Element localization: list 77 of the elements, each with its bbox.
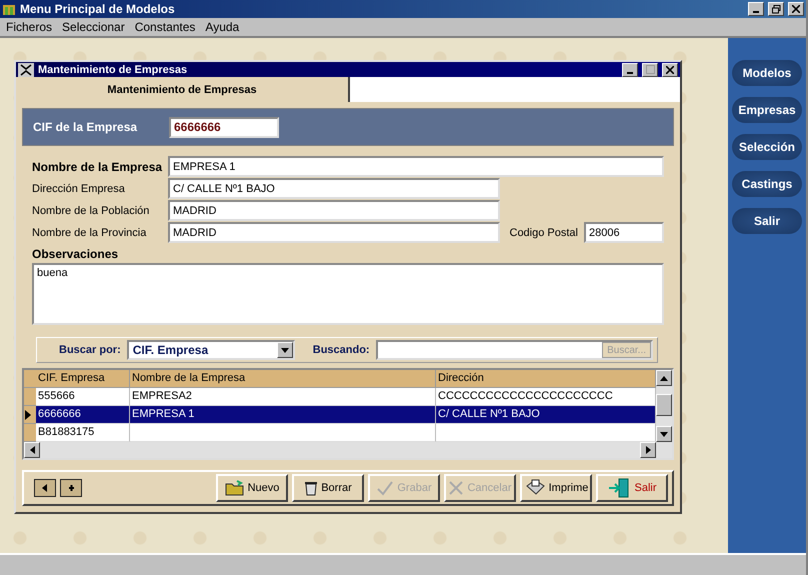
caret-icon (280, 348, 289, 352)
toolbar-button[interactable]: Nuevo (216, 474, 288, 502)
cross-icon (448, 480, 464, 496)
previous-button[interactable] (34, 479, 56, 497)
child-window-title: Mantenimiento de Empresas (38, 64, 188, 76)
up-arrow-icon (660, 376, 668, 380)
toolbar-button[interactable]: Imprime (520, 474, 592, 502)
scroll-thumb[interactable] (656, 394, 672, 416)
row-header[interactable] (24, 406, 36, 424)
minimize-button[interactable] (748, 2, 764, 16)
tab[interactable]: Mantenimiento de Empresas (16, 77, 350, 102)
postal-code-field[interactable]: 28006 (584, 222, 664, 243)
trash-icon (304, 480, 318, 496)
text-field[interactable]: EMPRESA 1 (168, 156, 664, 177)
table-cell: EMPRESA2 (130, 388, 436, 406)
maximize-button[interactable] (642, 62, 658, 76)
down-arrow-icon (660, 432, 668, 436)
maximize-icon (646, 65, 654, 74)
plus-icon (66, 483, 76, 493)
table-cell: 6666666 (36, 406, 130, 424)
exit-door-icon (607, 478, 632, 498)
right-arrow-icon (646, 446, 650, 454)
window-title: Menu Principal de Modelos (20, 2, 176, 16)
cif-field[interactable]: 6666666 (169, 116, 279, 138)
field-label: Observaciones (31, 246, 120, 263)
field-label: Codigo Postal (510, 226, 579, 238)
field-label: Buscar por: (59, 344, 121, 356)
column-header[interactable]: CIF. Empresa (36, 370, 130, 388)
table-cell: EMPRESA 1 (130, 406, 436, 424)
scroll-left-button[interactable] (24, 442, 40, 458)
search-by-dropdown[interactable]: CIF. Empresa (126, 340, 295, 360)
next-button[interactable] (60, 479, 82, 497)
checkmark-icon (376, 480, 394, 496)
minimize-button[interactable] (622, 62, 638, 76)
text-field[interactable]: C/ CALLE Nº1 BAJO (168, 178, 500, 199)
restore-button[interactable] (768, 2, 784, 16)
left-arrow-icon (30, 446, 34, 454)
folder-icon (224, 480, 245, 496)
app-icon (2, 2, 16, 16)
sidebar-button[interactable]: Castings (732, 171, 802, 197)
toolbar-button[interactable]: Salir (596, 474, 668, 502)
notes-field[interactable]: buena (32, 263, 664, 325)
scroll-down-button[interactable] (656, 426, 672, 442)
field-label: Nombre de la Provincia (32, 226, 148, 238)
field-label: Buscando: (312, 344, 370, 356)
minimize-icon (627, 72, 633, 74)
sidebar-button[interactable]: Salir (732, 208, 802, 234)
close-button[interactable] (662, 62, 678, 76)
sidebar-button[interactable]: Empresas (732, 97, 802, 123)
left-arrow-icon (40, 483, 50, 493)
field-label: CIF de la Empresa (33, 120, 138, 134)
close-button[interactable] (788, 2, 804, 16)
restore-icon (772, 4, 780, 14)
column-header[interactable]: Dirección (436, 370, 656, 388)
minimize-icon (753, 11, 759, 13)
field-label: Nombre de la Empresa (32, 160, 164, 174)
menu-item[interactable]: Seleccionar (62, 20, 125, 34)
text-field[interactable]: MADRID (168, 200, 500, 221)
sidebar-button[interactable]: Selección (732, 134, 802, 160)
row-header (24, 370, 36, 388)
close-icon (792, 5, 800, 13)
sidebar-button[interactable]: Modelos (732, 60, 802, 86)
table-cell: C/ CALLE Nº1 BAJO (436, 406, 656, 424)
field-label: Dirección Empresa (32, 182, 126, 194)
close-icon (666, 66, 674, 74)
toolbar-button[interactable]: Borrar (292, 474, 364, 502)
column-header[interactable]: Nombre de la Empresa (130, 370, 436, 388)
field-label: Nombre de la Población (32, 204, 150, 216)
menu-item[interactable]: Constantes (134, 20, 196, 34)
text-field[interactable]: MADRID (168, 222, 500, 243)
scroll-right-button[interactable] (640, 442, 656, 458)
menu-item[interactable]: Ayuda (205, 20, 240, 34)
table-cell: B81883175 (36, 424, 130, 442)
menu-item[interactable]: Ficheros (6, 20, 52, 34)
table-cell: 555666 (36, 388, 130, 406)
scroll-up-button[interactable] (656, 370, 672, 386)
table-cell: CCCCCCCCCCCCCCCCCCCCCC (436, 388, 656, 406)
